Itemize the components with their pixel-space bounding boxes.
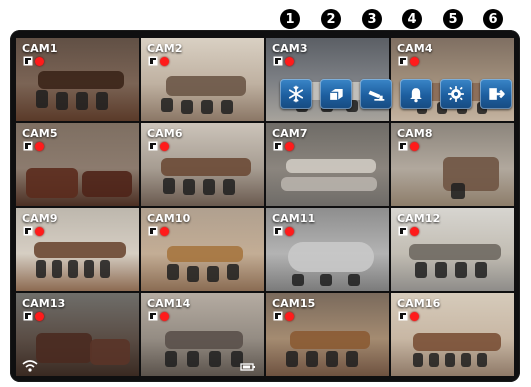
- callout-6: 6: [483, 9, 503, 29]
- camera-label: CAM13: [22, 297, 66, 310]
- toolbar: [280, 78, 520, 110]
- ptz-camera-icon: [368, 90, 385, 101]
- record-mode-icon: [23, 141, 33, 151]
- alarm-button[interactable]: [400, 79, 432, 109]
- camera-label: CAM1: [22, 42, 58, 55]
- record-mode-icon: [273, 56, 283, 66]
- camera-label: CAM6: [147, 127, 183, 140]
- camera-label: CAM5: [22, 127, 58, 140]
- camera-tile-16[interactable]: CAM16: [391, 293, 514, 376]
- recording-indicator-icon: [35, 142, 44, 151]
- camera-tile-9[interactable]: CAM9: [16, 208, 139, 291]
- camera-tile-6[interactable]: CAM6: [141, 123, 264, 206]
- camera-tile-1[interactable]: CAM1: [16, 38, 139, 121]
- record-mode-icon: [398, 56, 408, 66]
- camera-tile-11[interactable]: CAM11: [266, 208, 389, 291]
- recording-indicator-icon: [160, 312, 169, 321]
- recording-indicator-icon: [410, 57, 419, 66]
- record-mode-icon: [273, 226, 283, 236]
- recording-indicator-icon: [285, 312, 294, 321]
- camera-tile-15[interactable]: CAM15: [266, 293, 389, 376]
- recording-indicator-icon: [35, 57, 44, 66]
- monitor-frame: CAM1 CAM2 CAM3 CAM4 CAM5 CAM6 CAM7 CAM8 …: [10, 30, 520, 382]
- record-mode-icon: [398, 226, 408, 236]
- camera-label: CAM7: [272, 127, 308, 140]
- snowflake-icon: [288, 85, 304, 103]
- record-mode-icon: [23, 56, 33, 66]
- camera-label: CAM15: [272, 297, 316, 310]
- layout-icon: [330, 89, 343, 100]
- camera-tile-12[interactable]: CAM12: [391, 208, 514, 291]
- camera-label: CAM4: [397, 42, 433, 55]
- camera-label: CAM2: [147, 42, 183, 55]
- record-mode-icon: [398, 311, 408, 321]
- recording-indicator-icon: [410, 312, 419, 321]
- recording-indicator-icon: [285, 57, 294, 66]
- camera-tile-13[interactable]: CAM13: [16, 293, 139, 376]
- layout-button[interactable]: [320, 79, 352, 109]
- callout-4: 4: [402, 9, 422, 29]
- record-mode-icon: [23, 226, 33, 236]
- recording-indicator-icon: [285, 142, 294, 151]
- camera-label: CAM11: [272, 212, 316, 225]
- bell-icon: [410, 88, 422, 103]
- record-mode-icon: [148, 226, 158, 236]
- camera-tile-10[interactable]: CAM10: [141, 208, 264, 291]
- callout-2: 2: [321, 9, 341, 29]
- callout-3: 3: [362, 9, 382, 29]
- recording-indicator-icon: [160, 142, 169, 151]
- camera-label: CAM3: [272, 42, 308, 55]
- camera-label: CAM16: [397, 297, 441, 310]
- camera-label: CAM12: [397, 212, 441, 225]
- record-mode-icon: [23, 311, 33, 321]
- record-mode-icon: [148, 56, 158, 66]
- exit-button[interactable]: [480, 79, 512, 109]
- camera-tile-14[interactable]: CAM14: [141, 293, 264, 376]
- record-mode-icon: [273, 311, 283, 321]
- wifi-icon: [22, 360, 38, 372]
- recording-indicator-icon: [35, 312, 44, 321]
- gear-icon: [448, 86, 464, 102]
- battery-icon: [240, 363, 255, 371]
- recording-indicator-icon: [410, 142, 419, 151]
- record-mode-icon: [273, 141, 283, 151]
- camera-label: CAM9: [22, 212, 58, 225]
- camera-label: CAM8: [397, 127, 433, 140]
- exit-icon: [489, 88, 505, 100]
- camera-tile-8[interactable]: CAM8: [391, 123, 514, 206]
- record-mode-icon: [398, 141, 408, 151]
- camera-tile-7[interactable]: CAM7: [266, 123, 389, 206]
- ptz-button[interactable]: [360, 79, 392, 109]
- record-mode-icon: [148, 141, 158, 151]
- recording-indicator-icon: [160, 57, 169, 66]
- camera-tile-2[interactable]: CAM2: [141, 38, 264, 121]
- freeze-button[interactable]: [280, 79, 312, 109]
- record-mode-icon: [148, 311, 158, 321]
- recording-indicator-icon: [160, 227, 169, 236]
- camera-label: CAM10: [147, 212, 191, 225]
- recording-indicator-icon: [35, 227, 44, 236]
- callout-1: 1: [280, 9, 300, 29]
- camera-tile-5[interactable]: CAM5: [16, 123, 139, 206]
- settings-button[interactable]: [440, 79, 472, 109]
- callout-5: 5: [443, 9, 463, 29]
- camera-label: CAM14: [147, 297, 191, 310]
- recording-indicator-icon: [285, 227, 294, 236]
- recording-indicator-icon: [410, 227, 419, 236]
